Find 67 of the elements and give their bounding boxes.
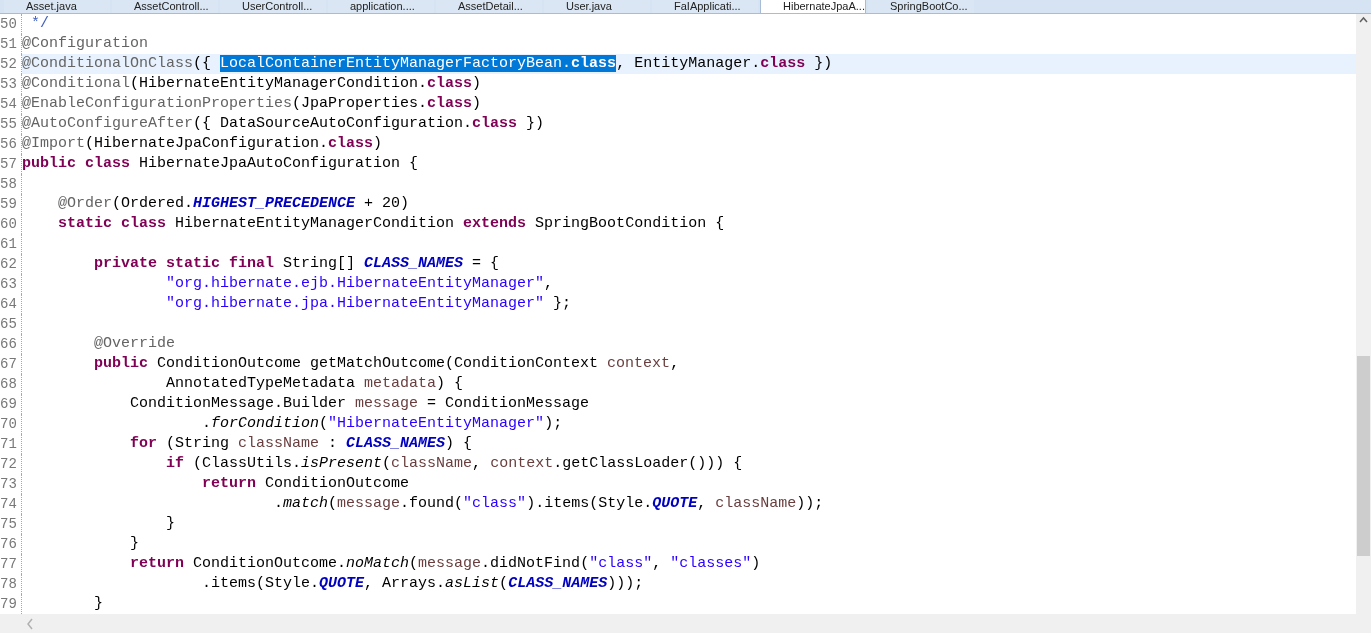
code-line: @Override xyxy=(93,334,177,354)
line-number: 78 xyxy=(0,574,22,594)
line-number: 57 xyxy=(0,154,22,174)
code-line: .items(Style.QUOTE, Arrays.asList(CLASS_NAMES))); xyxy=(201,574,645,594)
line-number: 58 xyxy=(0,174,22,194)
scrollbar-thumb[interactable] xyxy=(1357,356,1370,556)
code-line: } xyxy=(129,534,141,554)
code-line: return ConditionOutcome.noMatch(message.didNotFind("class", "classes") xyxy=(129,554,762,574)
editor-tab[interactable]: UserControll... xyxy=(220,0,326,13)
line-number: 65 xyxy=(0,314,22,334)
code-line: @EnableConfigurationProperties(JpaProperties.class) xyxy=(22,94,483,114)
line-number: 73 xyxy=(0,474,22,494)
editor-tab[interactable]: AssetControll... xyxy=(112,0,218,13)
line-number: 59 xyxy=(0,194,22,214)
code-line: @Conditional(HibernateEntityManagerCondition.class) xyxy=(22,74,483,94)
code-line: } xyxy=(165,514,177,534)
code-line: static class HibernateEntityManagerCondition extends SpringBootCondition { xyxy=(57,214,726,234)
code-line: } xyxy=(93,594,104,614)
code-line: @Configuration xyxy=(22,34,150,54)
line-number: 75 xyxy=(0,514,22,534)
line-number: 74 xyxy=(0,494,22,514)
editor-tab[interactable]: User.java xyxy=(544,0,650,13)
editor-tab[interactable]: SpringBootCo... xyxy=(868,0,974,13)
line-number: 77 xyxy=(0,554,22,574)
line-number: 61 xyxy=(0,234,22,254)
code-line: if (ClassUtils.isPresent(className, context.getClassLoader())) { xyxy=(165,454,744,474)
line-number: 62 xyxy=(0,254,22,274)
vertical-scrollbar[interactable] xyxy=(1356,14,1371,633)
line-number: 76 xyxy=(0,534,22,554)
code-line: "org.hibernate.ejb.HibernateEntityManager", xyxy=(165,274,555,294)
line-number: 60 xyxy=(0,214,22,234)
scroll-left-icon[interactable] xyxy=(26,617,34,630)
editor-tab[interactable]: Asset.java xyxy=(4,0,110,13)
line-number: 70 xyxy=(0,414,22,434)
code-line: @Order(Ordered.HIGHEST_PRECEDENCE + 20) xyxy=(57,194,411,214)
line-number: 68 xyxy=(0,374,22,394)
code-line: AnnotatedTypeMetadata metadata) { xyxy=(165,374,465,394)
line-number: 64 xyxy=(0,294,22,314)
code-line: .match(message.found("class").items(Style.QUOTE, className)); xyxy=(273,494,825,514)
line-number: 53 xyxy=(0,74,22,94)
horizontal-scrollbar[interactable] xyxy=(0,614,1356,633)
line-number: 72 xyxy=(0,454,22,474)
line-number: 54 xyxy=(0,94,22,114)
editor-tab[interactable]: AssetDetail... xyxy=(436,0,542,13)
line-number: 50 xyxy=(0,14,22,34)
line-number: 67 xyxy=(0,354,22,374)
code-line: public ConditionOutcome getMatchOutcome(ConditionContext context, xyxy=(93,354,681,374)
code-line: public class HibernateJpaAutoConfiguration { xyxy=(22,154,420,174)
line-number: 69 xyxy=(0,394,22,414)
editor-tab[interactable]: FaIApplicati... xyxy=(652,0,758,13)
code-line: ConditionMessage.Builder message = ConditionMessage xyxy=(129,394,591,414)
code-line: private static final String[] CLASS_NAMES = { xyxy=(93,254,501,274)
line-number: 66 xyxy=(0,334,22,354)
code-line: .forCondition("HibernateEntityManager"); xyxy=(201,414,564,434)
code-line: "org.hibernate.jpa.HibernateEntityManager" }; xyxy=(165,294,573,314)
code-line: */ xyxy=(30,14,50,34)
line-number: 55 xyxy=(0,114,22,134)
editor-tab[interactable]: application.... xyxy=(328,0,434,13)
line-number: 71 xyxy=(0,434,22,454)
code-line: @Import(HibernateJpaConfiguration.class) xyxy=(22,134,384,154)
line-number: 56 xyxy=(0,134,22,154)
code-line: for (String className : CLASS_NAMES) { xyxy=(129,434,474,454)
code-line: @AutoConfigureAfter({ DataSourceAutoConfiguration.class }) xyxy=(22,114,546,134)
line-number: 63 xyxy=(0,274,22,294)
editor-tab[interactable]: HibernateJpaA... xyxy=(760,0,866,13)
line-number: 51 xyxy=(0,34,22,54)
code-line: return ConditionOutcome xyxy=(201,474,411,494)
